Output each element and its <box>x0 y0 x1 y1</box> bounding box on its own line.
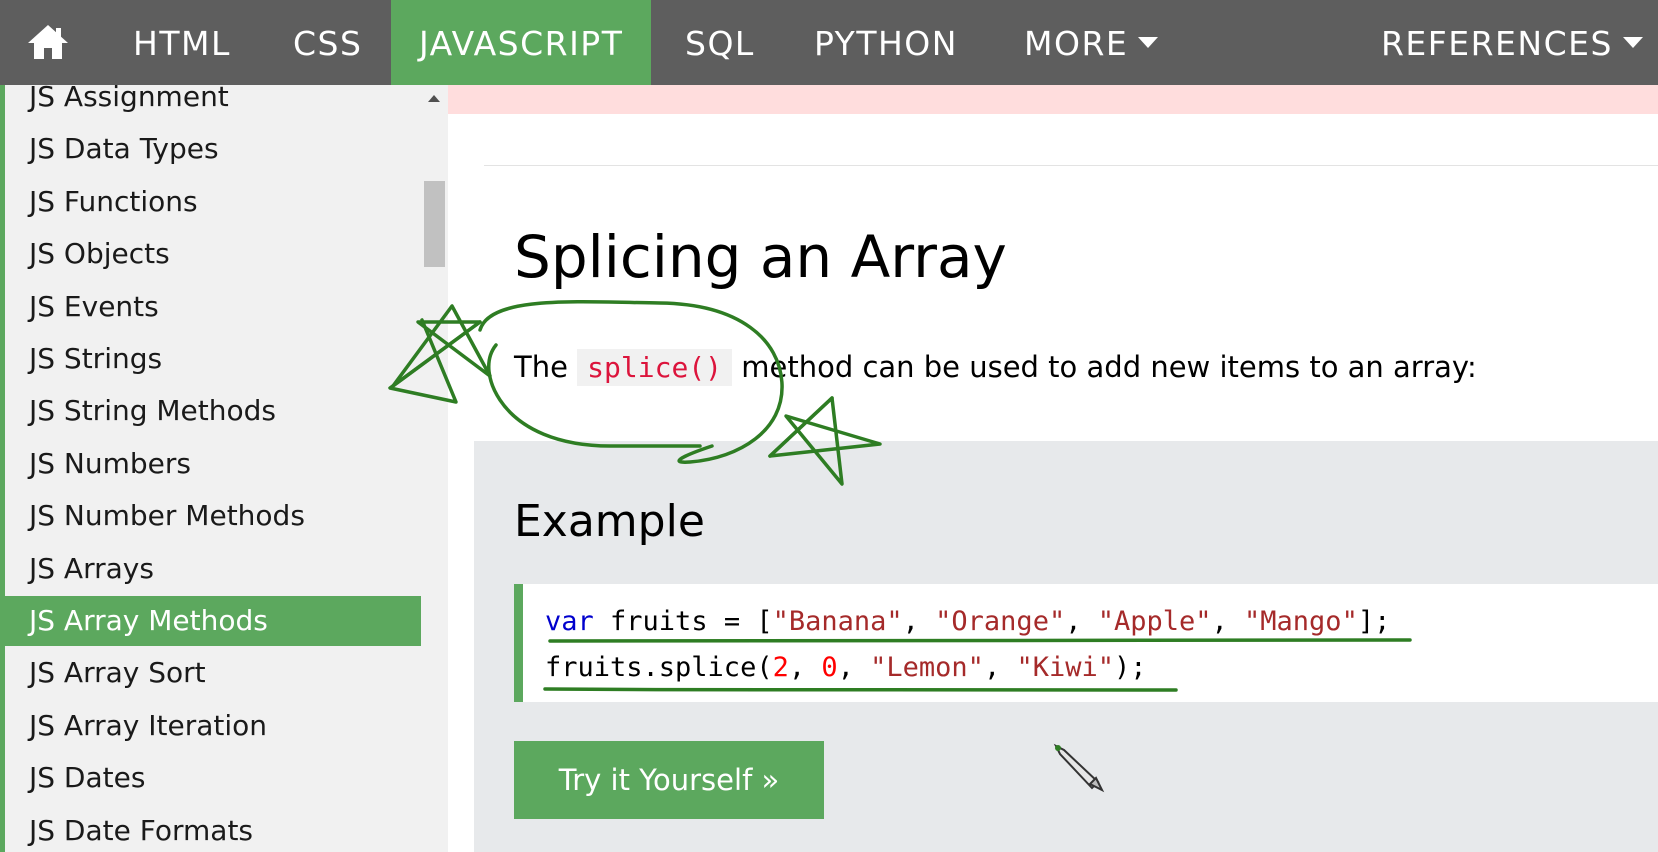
sidebar-item-js-numbers[interactable]: JS Numbers <box>5 439 421 489</box>
sidebar-item-js-events[interactable]: JS Events <box>5 282 421 332</box>
example-title: Example <box>514 496 705 547</box>
inline-code-splice: splice() <box>577 349 733 386</box>
nav-item-label: MORE <box>1024 24 1129 63</box>
pen-cursor-icon <box>1053 743 1105 793</box>
code-token: "Apple" <box>1097 606 1212 637</box>
code-token: "Mango" <box>1244 606 1358 637</box>
code-token: "Kiwi" <box>1016 652 1114 683</box>
nav-item-javascript[interactable]: JAVASCRIPT <box>391 0 652 85</box>
home-button[interactable] <box>20 18 76 66</box>
sidebar-item-js-strings[interactable]: JS Strings <box>5 334 421 384</box>
sidebar-item-js-functions[interactable]: JS Functions <box>5 177 421 227</box>
code-line-2: fruits.splice(2, 0, "Lemon", "Kiwi"); <box>545 645 1658 691</box>
caret-down-icon <box>1622 37 1643 48</box>
paragraph-prefix: The <box>514 350 578 384</box>
divider <box>484 165 1658 166</box>
code-token: 0 <box>821 652 838 683</box>
intro-paragraph: The splice() method can be used to add n… <box>514 349 1477 386</box>
code-token: fruits = [ <box>593 606 773 637</box>
home-icon <box>28 25 68 59</box>
caret-down-icon <box>1138 37 1159 48</box>
sidebar-nav: JS Assignment JS Data Types JS Functions JS… <box>0 85 448 852</box>
nav-item-more[interactable]: MORE <box>1024 0 1159 85</box>
nav-item-label: JAVASCRIPT <box>419 24 624 63</box>
nav-item-python[interactable]: PYTHON <box>814 0 958 85</box>
sidebar-item-js-objects[interactable]: JS Objects <box>5 229 421 279</box>
sidebar-item-js-array-methods[interactable]: JS Array Methods <box>5 596 421 646</box>
nav-item-css[interactable]: CSS <box>293 0 362 85</box>
sidebar-item-js-array-iteration[interactable]: JS Array Iteration <box>5 701 421 751</box>
top-navbar: HTML CSS JAVASCRIPT SQL PYTHON MORE REFERENCES <box>0 0 1658 85</box>
sidebar-item-js-assignment[interactable]: JS Assignment <box>5 85 421 122</box>
code-token: var <box>545 606 594 637</box>
nav-item-label: REFERENCES <box>1381 24 1613 63</box>
try-it-yourself-button[interactable]: Try it Yourself » <box>514 741 824 819</box>
code-token: , <box>902 606 936 637</box>
code-token: "Banana" <box>772 606 903 637</box>
code-token: ]; <box>1357 606 1391 637</box>
nav-item-label: SQL <box>685 24 755 63</box>
code-token: 2 <box>772 652 789 683</box>
nav-item-label: HTML <box>133 24 231 63</box>
code-token: , <box>1065 606 1098 637</box>
code-line-1: var fruits = ["Banana", "Orange", "Apple… <box>545 599 1658 645</box>
scroll-up-arrow-icon[interactable] <box>428 95 440 102</box>
nav-item-label: PYTHON <box>814 24 958 63</box>
page-root: HTML CSS JAVASCRIPT SQL PYTHON MORE REFERENCES… <box>0 0 1658 852</box>
main-content: Splicing an Array The splice() method ca… <box>448 85 1658 852</box>
sidebar-item-js-number-methods[interactable]: JS Number Methods <box>5 491 421 541</box>
code-token: , <box>837 652 871 683</box>
nav-item-label: CSS <box>293 24 363 63</box>
code-token: ); <box>1114 652 1147 683</box>
paragraph-suffix: method can be used to add new items to a… <box>732 350 1477 384</box>
sidebar-item-js-dates[interactable]: JS Dates <box>5 753 421 803</box>
code-token: "Orange" <box>935 606 1066 637</box>
sidebar-item-js-string-methods[interactable]: JS String Methods <box>5 386 421 436</box>
nav-item-sql[interactable]: SQL <box>685 0 755 85</box>
code-block: var fruits = ["Banana", "Orange", "Apple… <box>514 584 1658 702</box>
code-token: fruits.splice( <box>545 652 773 683</box>
sidebar-item-js-arrays[interactable]: JS Arrays <box>5 544 421 594</box>
notice-strip <box>448 85 1658 114</box>
sidebar-item-js-date-formats[interactable]: JS Date Formats <box>5 806 421 852</box>
sidebar-item-js-array-sort[interactable]: JS Array Sort <box>5 648 421 698</box>
code-token: , <box>788 652 822 683</box>
nav-item-html[interactable]: HTML <box>133 0 231 85</box>
code-token: , <box>983 652 1017 683</box>
sidebar-item-js-data-types[interactable]: JS Data Types <box>5 124 421 174</box>
code-token: "Lemon" <box>870 652 984 683</box>
nav-item-references[interactable]: REFERENCES <box>1381 0 1643 85</box>
page-title: Splicing an Array <box>514 223 1007 291</box>
code-token: , <box>1211 606 1245 637</box>
scrollbar-thumb[interactable] <box>424 181 445 267</box>
